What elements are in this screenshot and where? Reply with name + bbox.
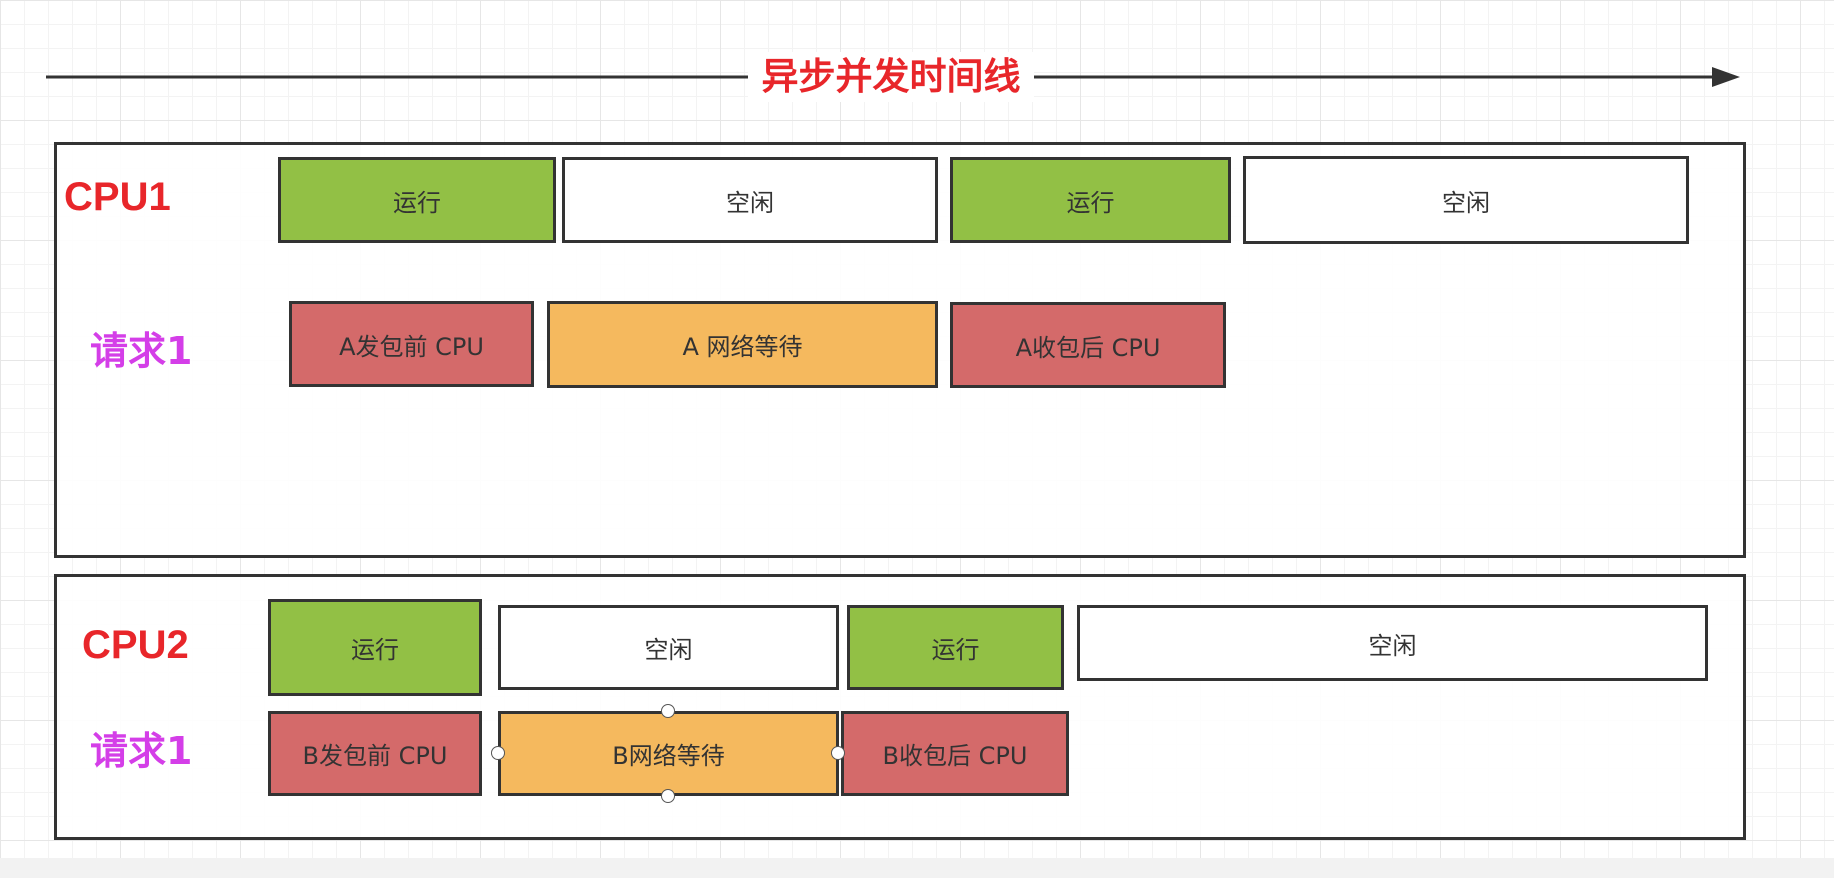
timeline-title[interactable]: 异步并发时间线 xyxy=(748,52,1034,102)
resize-handle-top[interactable] xyxy=(661,704,675,718)
resize-handle-right[interactable] xyxy=(831,746,845,760)
canvas-bottom-strip xyxy=(0,858,1834,878)
timeline-arrowhead xyxy=(1712,67,1740,87)
request-a-after-receive-cpu[interactable]: A收包后 CPU xyxy=(950,302,1226,388)
resize-handle-bottom[interactable] xyxy=(661,789,675,803)
cpu1-label[interactable]: CPU1 xyxy=(64,175,171,220)
cpu2-idle-block-2[interactable]: 空闲 xyxy=(1077,605,1708,681)
resize-handle-left[interactable] xyxy=(491,746,505,760)
cpu2-run-block-1[interactable]: 运行 xyxy=(268,599,482,696)
cpu2-idle-block-1[interactable]: 空闲 xyxy=(498,605,839,690)
cpu1-idle-block-2[interactable]: 空闲 xyxy=(1243,156,1689,244)
request-b-network-wait[interactable]: B网络等待 xyxy=(498,711,839,796)
panel2-request-label[interactable]: 请求1 xyxy=(90,720,192,775)
panel1-request-label[interactable]: 请求1 xyxy=(90,320,192,375)
request-a-network-wait[interactable]: A 网络等待 xyxy=(547,301,938,388)
cpu1-run-block-1[interactable]: 运行 xyxy=(278,157,556,243)
cpu1-idle-block-1[interactable]: 空闲 xyxy=(562,157,938,243)
cpu2-run-block-2[interactable]: 运行 xyxy=(847,605,1064,690)
cpu1-run-block-2[interactable]: 运行 xyxy=(950,157,1231,243)
request-b-after-receive-cpu[interactable]: B收包后 CPU xyxy=(841,711,1069,796)
cpu2-label[interactable]: CPU2 xyxy=(82,623,189,668)
request-b-before-send-cpu[interactable]: B发包前 CPU xyxy=(268,711,482,796)
request-a-before-send-cpu[interactable]: A发包前 CPU xyxy=(289,301,534,387)
